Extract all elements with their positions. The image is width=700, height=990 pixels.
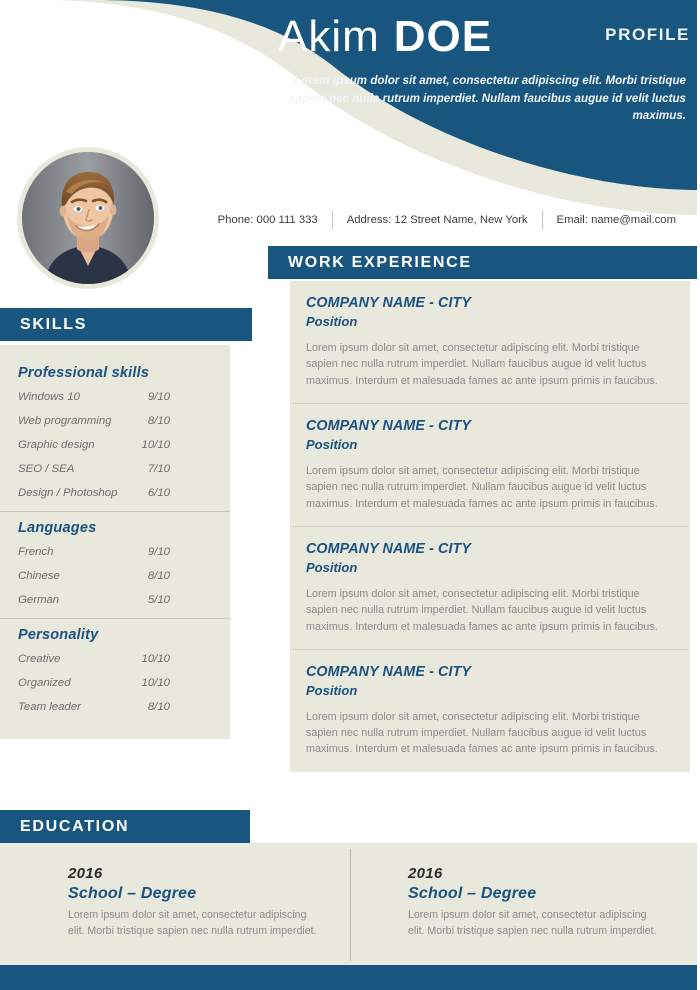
education-item: 2016 School – Degree Lorem ipsum dolor sit… [360,843,700,965]
skill-label: German [18,594,60,606]
profile-label: PROFILE [605,25,690,45]
name-row: Akim DOE PROFILE [270,12,690,61]
work-company-name: COMPANY NAME - CITY [306,540,471,557]
skill-row: Windows 10 9/10 [16,391,214,403]
education-year: 2016 [68,865,103,882]
skill-rating: 8/10 [147,701,170,713]
resume-page: Akim DOE PROFILE Lorem ipsum dolor sit a… [0,0,700,990]
work-description: Lorem ipsum dolor sit amet, consectetur … [306,587,658,633]
skills-group: Personality Creative 10/10 Organized 10/10 Te… [0,627,230,713]
work-experience-item: COMPANY NAME - CITY Position Lorem ipsum d… [290,404,690,526]
profile-summary: Lorem ipsum dolor sit amet, consectetur … [289,74,686,122]
work-experience-item: COMPANY NAME - CITY Position Lorem ipsum d… [290,281,690,403]
section-title-skills: SKILLS [20,315,88,333]
skills-group-title: Professional skills [18,365,150,381]
footer-bar [0,965,700,990]
skill-rating: 5/10 [147,594,170,606]
skills-group-title: Languages [18,520,97,536]
section-header-education: EDUCATION [0,810,250,843]
work-experience-panel: COMPANY NAME - CITY Position Lorem ipsum d… [290,281,690,772]
education-column-divider [350,849,351,961]
education-description: Lorem ipsum dolor sit amet, consectetur … [68,909,317,937]
skill-rating: 10/10 [141,677,170,689]
skill-label: Organized [18,677,71,689]
section-header-work-experience: WORK EXPERIENCE [268,246,700,279]
skill-row: Graphic design 10/10 [16,439,214,451]
education-description: Lorem ipsum dolor sit amet, consectetur … [408,909,657,937]
skill-row: Chinese 8/10 [16,570,214,582]
skills-group-title: Personality [18,627,99,643]
work-company-name: COMPANY NAME - CITY [306,417,471,434]
skill-row: Design / Photoshop 6/10 [16,487,214,499]
skill-row: Web programming 8/10 [16,415,214,427]
work-company-name: COMPANY NAME - CITY [306,295,471,311]
skill-rating: 8/10 [147,570,170,582]
last-name: DOE [393,12,493,61]
contact-bar: Phone: 000 111 333 Address: 12 Street Na… [170,206,690,234]
skill-rating: 10/10 [141,439,170,451]
skill-rating: 9/10 [147,546,170,558]
first-name: Akim [278,12,380,61]
work-position-title: Position [306,682,358,698]
skill-rating: 6/10 [147,487,170,499]
contact-phone: Phone: 000 111 333 [217,214,318,226]
education-school-degree: School – Degree [408,885,537,902]
skill-label: Chinese [18,570,60,582]
skill-label: Graphic design [18,439,95,451]
skill-rating: 10/10 [141,653,170,665]
skill-row: SEO / SEA 7/10 [16,463,214,475]
skill-rating: 8/10 [147,415,170,427]
skill-label: Creative [18,653,61,665]
skills-group-divider [0,618,230,619]
skill-rating: 9/10 [147,391,170,403]
skill-label: Web programming [18,415,112,427]
work-description: Lorem ipsum dolor sit amet, consectetur … [306,710,658,756]
education-item: 2016 School – Degree Lorem ipsum dolor sit… [0,843,360,965]
contact-address: Address: 12 Street Name, New York [346,214,528,226]
skill-row: German 5/10 [16,594,214,606]
work-position-title: Position [306,436,358,452]
avatar [17,147,159,289]
skill-label: Windows 10 [18,391,80,403]
skills-panel: Professional skills Windows 10 9/10 Web pro… [0,345,230,739]
work-company-name: COMPANY NAME - CITY [306,663,471,680]
section-title-work-experience: WORK EXPERIENCE [288,253,472,271]
education-school-degree: School – Degree [68,885,197,902]
section-title-education: EDUCATION [20,817,130,835]
header-text-block: Akim DOE PROFILE Lorem ipsum dolor sit a… [270,12,690,124]
section-header-skills: SKILLS [0,308,252,341]
work-position-title: Position [306,559,358,575]
skill-row: French 9/10 [16,546,214,558]
avatar-portrait-icon [22,152,154,284]
work-experience-item: COMPANY NAME - CITY Position Lorem ipsum d… [290,650,690,772]
skill-row: Creative 10/10 [16,653,214,665]
skill-rating: 7/10 [147,463,170,475]
skills-group: Languages French 9/10 Chinese 8/10 German 5/10 [0,520,230,606]
skill-row: Organized 10/10 [16,677,214,689]
skill-label: Design / Photoshop [18,487,118,499]
skills-group: Professional skills Windows 10 9/10 Web pro… [0,365,230,499]
skill-label: SEO / SEA [18,463,75,475]
contact-email: Email: name@mail.com [556,214,676,226]
skill-label: Team leader [18,701,81,713]
skill-label: French [18,546,54,558]
work-description: Lorem ipsum dolor sit amet, consectetur … [306,341,658,387]
work-description: Lorem ipsum dolor sit amet, consectetur … [306,464,658,510]
work-position-title: Position [306,313,358,329]
skills-group-divider [0,511,230,512]
work-experience-item: COMPANY NAME - CITY Position Lorem ipsum d… [290,527,690,649]
skill-row: Team leader 8/10 [16,701,214,713]
education-year: 2016 [408,865,443,882]
